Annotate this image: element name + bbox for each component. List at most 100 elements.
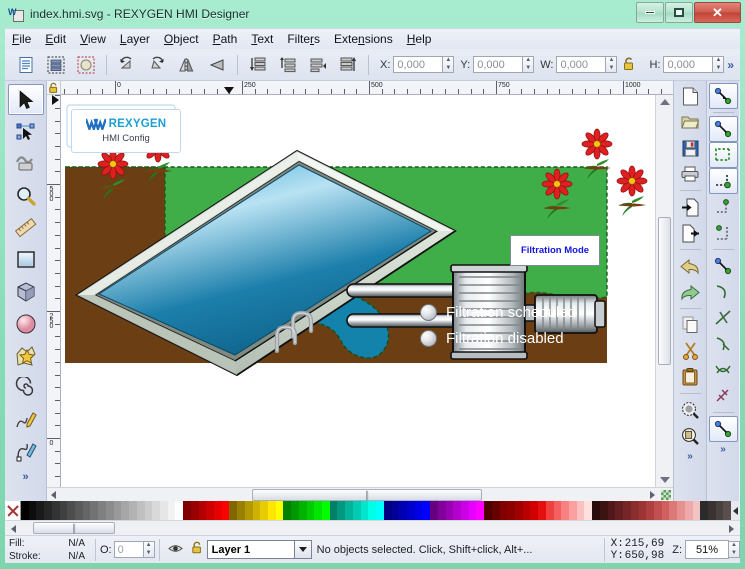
opacity-input[interactable]: 0 <box>113 541 144 558</box>
palette-swatch[interactable] <box>661 501 670 520</box>
rectangle-tool[interactable] <box>8 244 44 275</box>
palette-swatch[interactable] <box>453 501 461 520</box>
palette-swatch[interactable] <box>715 501 724 520</box>
y-field[interactable]: 0,000 <box>473 56 524 73</box>
scroll-right-arrow[interactable] <box>650 491 655 499</box>
no-color-x-icon[interactable] <box>5 501 21 520</box>
palette-swatch[interactable] <box>406 501 415 520</box>
menu-view[interactable]: View <box>73 30 113 48</box>
palette-swatch[interactable] <box>90 501 99 520</box>
commands-overflow-button[interactable]: » <box>674 451 706 462</box>
snap-edge-midpoints-toggle[interactable] <box>709 194 738 220</box>
palette-swatches[interactable] <box>21 501 732 520</box>
palette-swatch[interactable] <box>167 501 176 520</box>
palette-swatch[interactable] <box>314 501 323 520</box>
scroll-left-arrow[interactable] <box>51 491 56 499</box>
palette-swatch[interactable] <box>707 501 716 520</box>
y-field-spinner[interactable]: ▲ ▼ <box>523 56 535 73</box>
drawing-canvas[interactable]: REXYGEN HMI Config Filtration Mode Filtr… <box>61 95 673 487</box>
palette-swatch[interactable] <box>607 501 616 520</box>
palette-swatch[interactable] <box>561 501 570 520</box>
palette-swatch[interactable] <box>298 501 307 520</box>
palette-swatch[interactable] <box>175 501 184 520</box>
palette-swatch[interactable] <box>538 501 546 520</box>
vertical-scroll-thumb[interactable] <box>658 217 671 365</box>
menu-extensions[interactable]: Extensions <box>327 30 400 48</box>
spiral-tool[interactable] <box>8 372 44 403</box>
palette-swatch[interactable] <box>383 501 392 520</box>
indicator-lamp-scheduled-icon[interactable] <box>420 304 437 321</box>
hmi-drawing[interactable] <box>65 99 663 467</box>
lock-wh-ratio-icon[interactable] <box>622 56 638 74</box>
palette-swatch[interactable] <box>136 501 145 520</box>
snap-midpoints-toggle[interactable] <box>709 383 738 409</box>
cut-button[interactable] <box>676 338 705 364</box>
box3d-tool[interactable] <box>8 276 44 307</box>
filtration-mode-button[interactable]: Filtration Mode <box>510 235 600 266</box>
palette-swatch[interactable] <box>306 501 315 520</box>
palette-swatch[interactable] <box>28 501 37 520</box>
palette-swatch[interactable] <box>414 501 423 520</box>
palette-swatch[interactable] <box>237 501 245 520</box>
opacity-spinner[interactable]: ▲ ▼ <box>143 541 155 558</box>
snap-nodes-toggle[interactable] <box>709 253 738 279</box>
palette-swatch[interactable] <box>368 501 377 520</box>
palette-swatch[interactable] <box>476 501 485 520</box>
enable-snapping-toggle[interactable] <box>708 83 738 109</box>
toolbar-overflow-button[interactable]: » <box>727 58 734 72</box>
eye-icon[interactable] <box>167 543 183 557</box>
palette-swatch[interactable] <box>638 501 647 520</box>
palette-swatch[interactable] <box>213 501 222 520</box>
zoom-drawing-button[interactable] <box>676 397 705 423</box>
palette-swatch[interactable] <box>499 501 508 520</box>
selector-tool[interactable] <box>7 84 44 115</box>
palette-swatch[interactable] <box>684 501 693 520</box>
palette-swatch[interactable] <box>360 501 369 520</box>
canvas-vertical-scrollbar[interactable] <box>655 95 673 487</box>
palette-swatch[interactable] <box>646 501 654 520</box>
pencil-tool[interactable] <box>8 404 44 435</box>
palette-swatch[interactable] <box>623 501 631 520</box>
open-document-button[interactable] <box>676 109 705 135</box>
snap-paths-toggle[interactable] <box>709 279 738 305</box>
palette-swatch[interactable] <box>183 501 191 520</box>
palette-swatch[interactable] <box>723 501 732 520</box>
palette-swatch[interactable] <box>329 501 338 520</box>
palette-swatch[interactable] <box>507 501 515 520</box>
palette-scroll-left-arrow[interactable] <box>11 525 16 533</box>
palette-swatch[interactable] <box>484 501 492 520</box>
color-palette[interactable] <box>5 501 740 520</box>
palette-swatch[interactable] <box>75 501 83 520</box>
raise-icon[interactable] <box>304 51 332 79</box>
palette-swatch[interactable] <box>399 501 407 520</box>
palette-swatch[interactable] <box>152 501 160 520</box>
palette-swatch[interactable] <box>283 501 292 520</box>
ellipse-tool[interactable] <box>8 308 44 339</box>
zoom-tool[interactable] <box>8 180 44 211</box>
snap-path-intersections-toggle[interactable] <box>709 305 738 331</box>
ruler-lock-icon[interactable] <box>47 81 61 95</box>
palette-swatch[interactable] <box>677 501 685 520</box>
x-field[interactable]: 0,000 <box>393 56 444 73</box>
palette-scroll-right-arrow[interactable] <box>729 525 734 533</box>
palette-swatch[interactable] <box>190 501 199 520</box>
palette-swatch[interactable] <box>322 501 330 520</box>
copy-button[interactable] <box>676 312 705 338</box>
node-tool[interactable] <box>8 116 44 147</box>
print-button[interactable] <box>676 161 705 187</box>
palette-swatch[interactable] <box>352 501 361 520</box>
palette-swatch[interactable] <box>530 501 539 520</box>
undo-button[interactable] <box>676 253 705 279</box>
palette-swatch[interactable] <box>36 501 45 520</box>
palette-swatch[interactable] <box>67 501 76 520</box>
horizontal-scroll-thumb[interactable]: ║ <box>252 489 482 501</box>
palette-swatch[interactable] <box>430 501 438 520</box>
palette-swatch[interactable] <box>159 501 168 520</box>
palette-swatch[interactable] <box>437 501 446 520</box>
raise-to-top-icon[interactable] <box>334 51 362 79</box>
rotate-ccw-icon[interactable] <box>113 51 141 79</box>
minimize-button[interactable] <box>636 2 664 23</box>
menu-file[interactable]: File <box>5 30 38 48</box>
palette-scrollbar[interactable]: ║ <box>5 520 740 535</box>
palette-swatch[interactable] <box>569 501 577 520</box>
